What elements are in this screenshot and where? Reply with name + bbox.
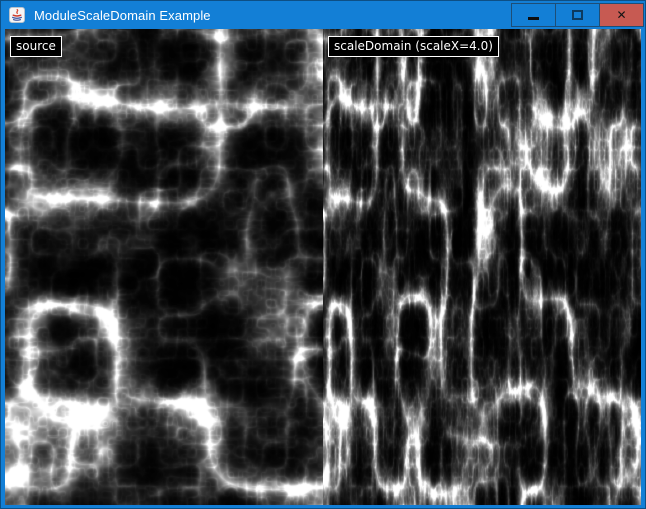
- window-controls: ✕: [512, 3, 644, 27]
- scale-domain-panel: scaleDomain (scaleX=4.0): [323, 29, 641, 505]
- minimize-icon: [528, 17, 539, 20]
- close-button[interactable]: ✕: [599, 3, 644, 27]
- maximize-icon: [572, 10, 583, 20]
- app-window: ModuleScaleDomain Example ✕ source scale…: [0, 0, 646, 509]
- window-title: ModuleScaleDomain Example: [34, 8, 211, 23]
- content-area: source scaleDomain (scaleX=4.0): [5, 29, 641, 503]
- source-label: source: [10, 36, 62, 57]
- close-icon: ✕: [616, 9, 626, 21]
- java-app-icon: [9, 7, 25, 23]
- source-panel: source: [5, 29, 323, 505]
- titlebar[interactable]: ModuleScaleDomain Example ✕: [1, 1, 645, 29]
- maximize-button[interactable]: [555, 3, 600, 27]
- source-noise-image: [5, 29, 323, 505]
- scale-domain-noise-image: [323, 29, 641, 505]
- scale-domain-label: scaleDomain (scaleX=4.0): [328, 36, 499, 57]
- minimize-button[interactable]: [511, 3, 556, 27]
